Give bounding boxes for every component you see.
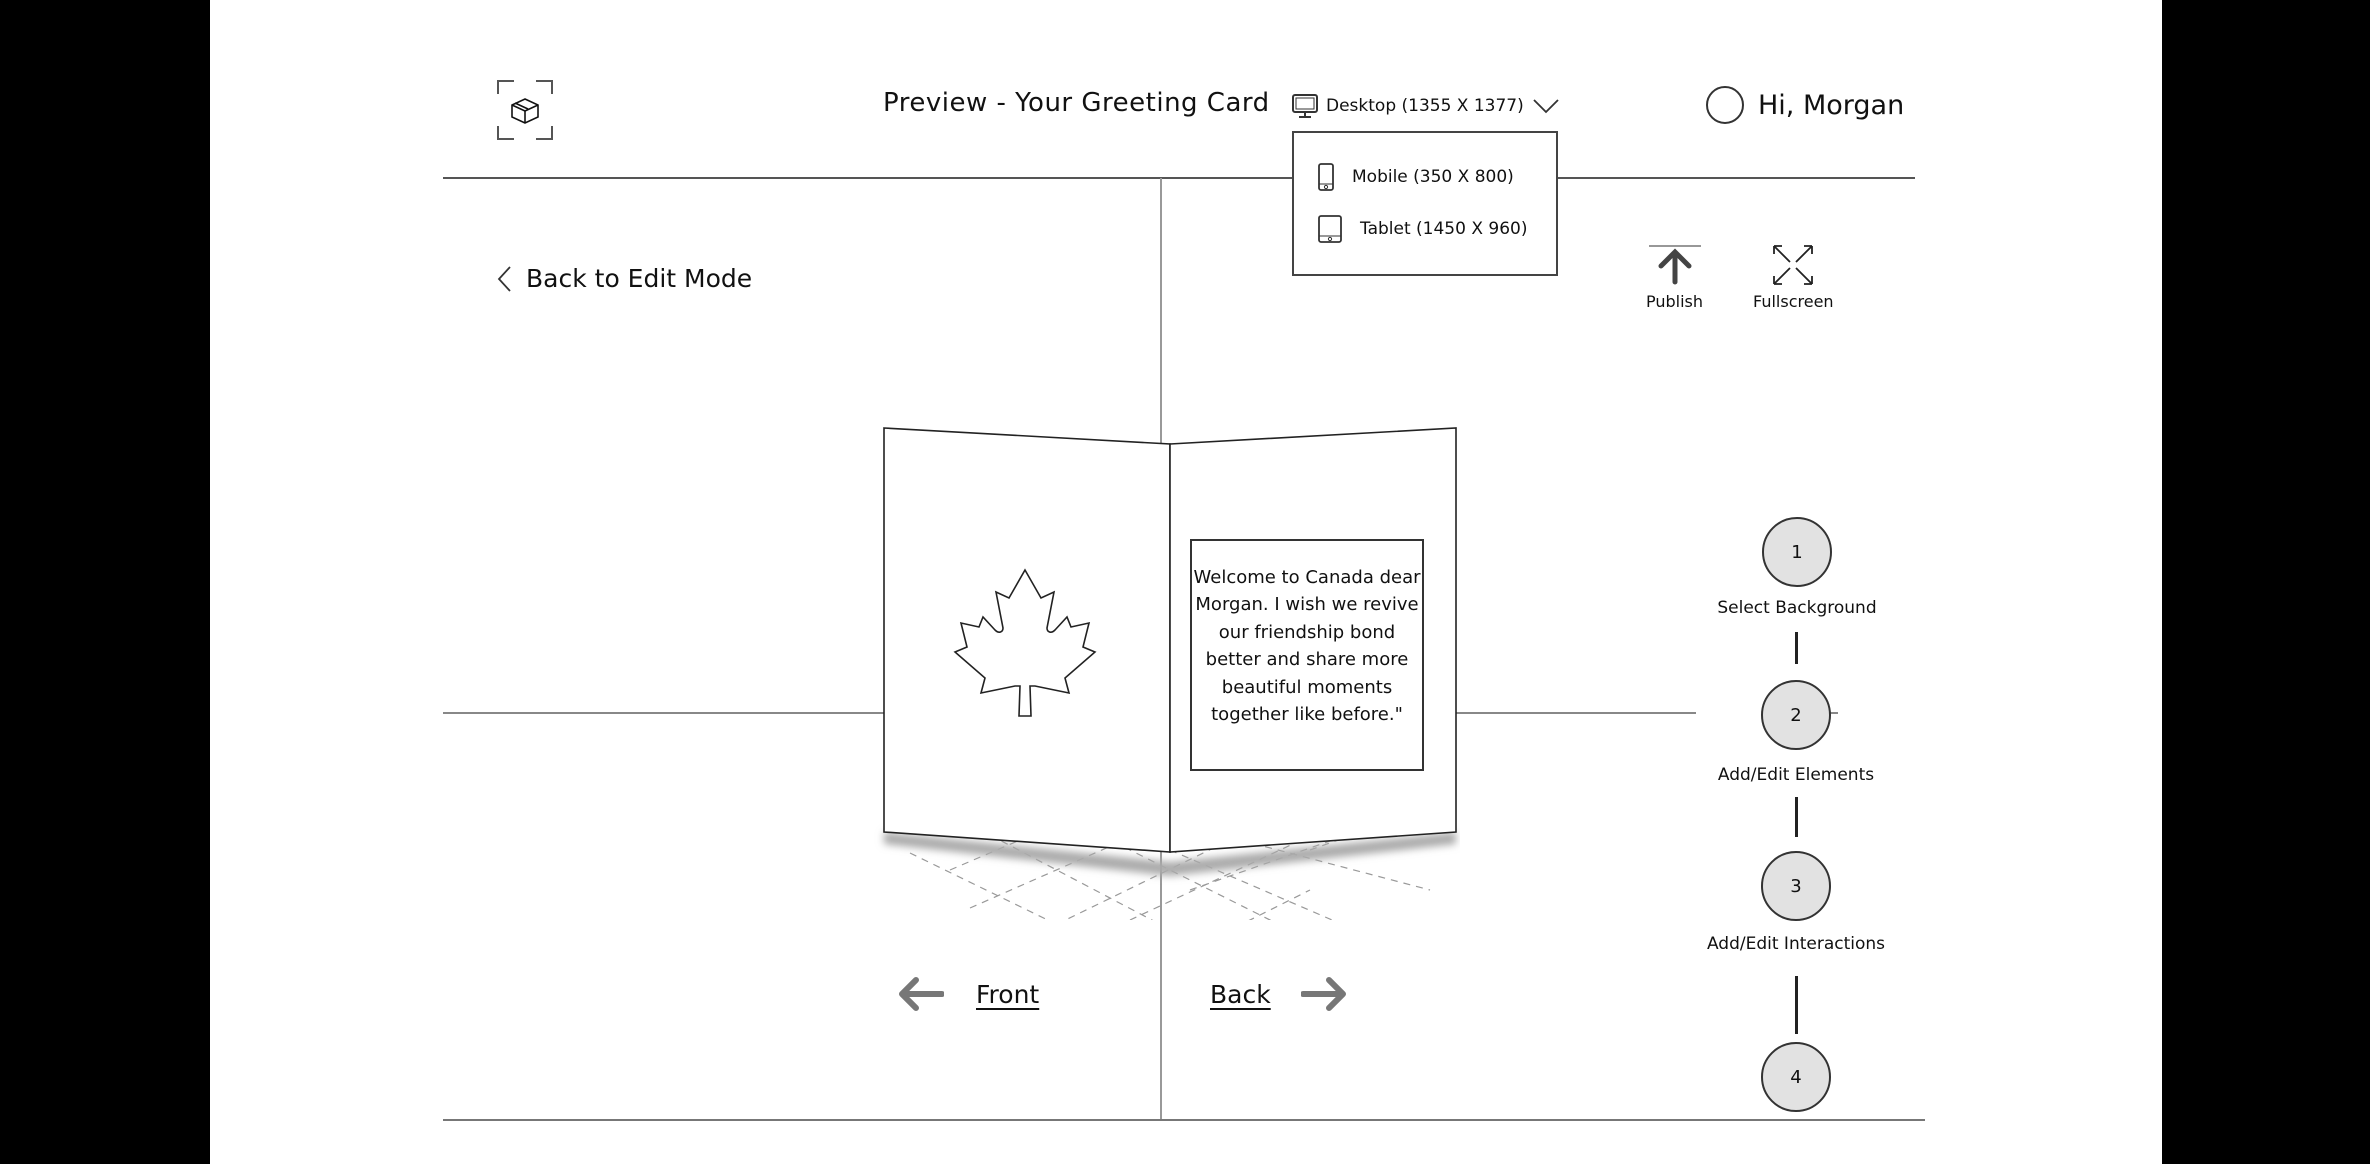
- card-message-textbox[interactable]: Welcome to Canada dear Morgan. I wish we…: [1190, 539, 1424, 771]
- fullscreen-label: Fullscreen: [1753, 292, 1834, 311]
- back-to-edit-button[interactable]: Back to Edit Mode: [496, 264, 752, 293]
- step-3-number: 3: [1790, 875, 1802, 897]
- nav-back-button[interactable]: Back: [1210, 976, 1349, 1012]
- device-selected-label: Desktop (1355 X 1377): [1326, 96, 1524, 116]
- step-connector-3: [1795, 976, 1798, 1034]
- device-option-tablet[interactable]: Tablet (1450 X 960): [1318, 215, 1527, 243]
- step-1-number: 1: [1791, 541, 1803, 563]
- device-option-mobile[interactable]: Mobile (350 X 800): [1318, 163, 1514, 191]
- chevron-down-icon: [1533, 99, 1559, 114]
- chevron-left-icon: [497, 265, 511, 292]
- back-to-edit-label: Back to Edit Mode: [526, 264, 753, 293]
- step-3-circle[interactable]: 3: [1761, 851, 1831, 921]
- fullscreen-button[interactable]: Fullscreen: [1753, 244, 1834, 311]
- arrow-left-icon: [899, 977, 944, 1011]
- logo-frame-icon: [497, 80, 553, 140]
- mobile-icon: [1318, 163, 1334, 191]
- step-2-label: Add/Edit Elements: [1717, 765, 1875, 785]
- desktop-monitor-icon: [1292, 94, 1318, 118]
- nav-front-label: Front: [976, 979, 1040, 1009]
- fullscreen-expand-icon: [1773, 245, 1814, 285]
- page-title: Preview - Your Greeting Card: [883, 88, 1270, 118]
- step-connector-1: [1795, 632, 1798, 664]
- card-message-text: Welcome to Canada dear Morgan. I wish we…: [1193, 566, 1421, 726]
- preview-canvas: Preview - Your Greeting Card Desktop (13…: [210, 0, 2162, 1164]
- user-menu[interactable]: Hi, Morgan: [1706, 86, 1904, 124]
- device-size-select[interactable]: Desktop (1355 X 1377): [1292, 94, 1560, 118]
- publish-label: Publish: [1646, 292, 1704, 311]
- avatar: [1706, 86, 1744, 124]
- step-connector-2: [1795, 797, 1798, 837]
- step-2-number: 2: [1790, 704, 1802, 726]
- step-4-number: 4: [1790, 1066, 1802, 1088]
- device-option-mobile-label: Mobile (350 X 800): [1352, 167, 1514, 187]
- step-3-label: Add/Edit Interactions: [1706, 934, 1886, 954]
- step-1-label: Select Background: [1717, 598, 1877, 618]
- step-4-circle[interactable]: 4: [1761, 1042, 1831, 1112]
- device-option-tablet-label: Tablet (1450 X 960): [1360, 219, 1528, 239]
- nav-front-button[interactable]: Front: [896, 976, 1039, 1012]
- arrow-right-icon: [1300, 977, 1346, 1011]
- publish-button[interactable]: Publish: [1646, 244, 1703, 311]
- step-1-circle[interactable]: 1: [1762, 517, 1832, 587]
- footer-divider: [443, 1119, 1925, 1121]
- tablet-icon: [1318, 215, 1342, 243]
- nav-back-label: Back: [1210, 979, 1271, 1009]
- app-logo[interactable]: [497, 80, 553, 140]
- header-divider: [443, 177, 1915, 179]
- publish-upload-icon: [1648, 245, 1701, 285]
- center-horizontal-guide-right: [1446, 712, 1696, 714]
- step-2-circle[interactable]: 2: [1761, 680, 1831, 750]
- device-dropdown-menu: Mobile (350 X 800) Tablet (1450 X 960): [1292, 131, 1558, 276]
- cube-icon: [511, 98, 539, 124]
- user-greeting: Hi, Morgan: [1758, 89, 1905, 121]
